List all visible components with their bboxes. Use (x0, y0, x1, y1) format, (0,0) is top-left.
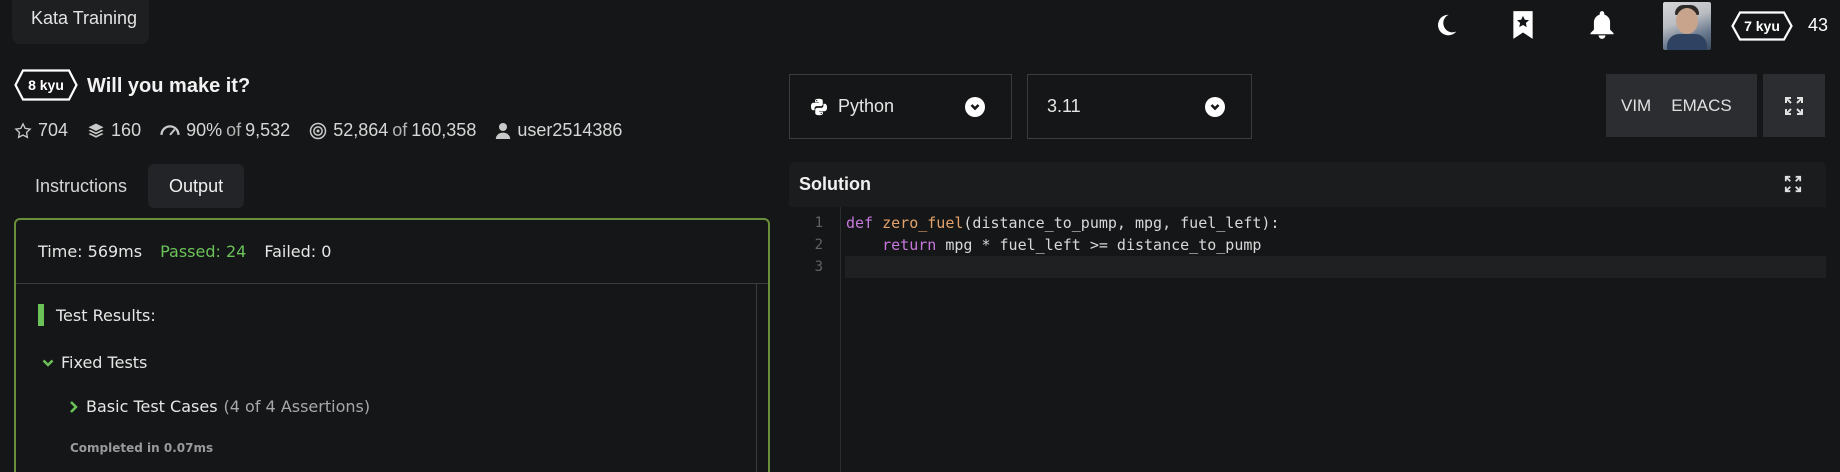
vim-mode-button[interactable]: VIM (1606, 96, 1666, 116)
line-number: 3 (814, 259, 823, 275)
kata-rank-badge: 8 kyu (14, 69, 78, 101)
line-number-gutter: 1 2 3 (789, 207, 841, 472)
code-line[interactable]: def zero_fuel(distance_to_pump, mpg, fue… (845, 212, 1826, 234)
kata-rank-text: 8 kyu (28, 77, 64, 93)
tab-output[interactable]: Output (148, 164, 245, 208)
fullscreen-button[interactable] (1763, 74, 1825, 137)
chevron-down-icon (1205, 97, 1225, 117)
code-line-active[interactable] (845, 256, 1826, 278)
user-avatar[interactable] (1663, 2, 1711, 50)
author-stat[interactable]: user2514386 (495, 120, 622, 141)
target-icon (309, 122, 327, 139)
user-rank-text: 7 kyu (1744, 18, 1780, 34)
version-select[interactable]: 3.11 (1027, 74, 1252, 139)
bell-icon (1588, 10, 1616, 45)
code-keyword: def (846, 214, 874, 232)
chevron-right-icon (69, 400, 78, 414)
user-honor: 43 (1808, 15, 1829, 35)
code-function-name: zero_fuel (882, 214, 964, 232)
kata-training-label: Kata Training (31, 8, 138, 28)
basic-test-cases-group[interactable]: Basic Test Cases (4 of 4 Assertions) (69, 397, 370, 416)
chevron-down-icon (42, 358, 54, 368)
dark-mode-toggle[interactable] (1431, 12, 1461, 42)
satisfaction-votes: 9,532 (245, 120, 291, 140)
user-rank-badge: 7 kyu (1731, 11, 1793, 41)
stars-stat[interactable]: 704 (14, 120, 68, 141)
output-scrollbar[interactable] (756, 284, 768, 472)
basic-test-cases-label: Basic Test Cases (86, 397, 218, 416)
solution-header: Solution (789, 162, 1826, 207)
layers-icon (88, 123, 104, 138)
version-value: 3.11 (1047, 96, 1081, 116)
collections-count: 160 (111, 120, 142, 140)
attempts-count: 160,358 (411, 120, 477, 140)
expand-icon (1784, 175, 1802, 193)
fixed-tests-label: Fixed Tests (61, 353, 148, 372)
author-name: user2514386 (517, 120, 623, 140)
language-select[interactable]: Python (789, 74, 1012, 139)
result-summary: Time: 569ms Passed: 24 Failed: 0 (16, 220, 768, 284)
satisfaction-pct: 90% (186, 120, 223, 140)
language-value: Python (838, 96, 895, 116)
bookmarks-button[interactable] (1508, 10, 1538, 45)
satisfaction-of: of (226, 120, 242, 140)
test-results-label: Test Results: (56, 305, 156, 325)
python-icon (810, 98, 828, 116)
code-keyword: return (882, 236, 937, 254)
assertions-count: (4 of 4 Assertions) (223, 397, 371, 416)
output-panel: Time: 569ms Passed: 24 Failed: 0 Test Re… (14, 218, 770, 472)
test-results-heading: Test Results: (38, 304, 156, 326)
failed-count: Failed: 0 (264, 242, 332, 261)
star-outline-icon (14, 121, 32, 139)
completions-of: of (392, 120, 408, 140)
code-line[interactable]: return mpg * fuel_left >= distance_to_pu… (845, 234, 1826, 256)
code-text: (distance_to_pump, mpg, fuel_left): (963, 214, 1280, 232)
stars-count: 704 (38, 120, 69, 140)
solution-fullscreen-button[interactable] (1784, 175, 1802, 198)
bookmark-star-icon (1510, 10, 1536, 45)
completed-time: Completed in 0.07ms (70, 441, 214, 455)
expand-icon (1784, 96, 1804, 116)
pass-indicator-bar (38, 304, 44, 326)
gauge-icon (160, 124, 180, 135)
code-text: mpg * fuel_left >= distance_to_pump (936, 236, 1262, 254)
notifications-button[interactable] (1587, 10, 1617, 45)
code-editor[interactable]: 1 2 3 def zero_fuel(distance_to_pump, mp… (789, 207, 1826, 472)
completions-count: 52,864 (333, 120, 389, 140)
solution-title: Solution (799, 174, 871, 194)
line-number: 2 (814, 237, 823, 253)
user-icon (496, 122, 511, 139)
emacs-mode-button[interactable]: EMACS (1666, 96, 1746, 116)
code-lines[interactable]: def zero_fuel(distance_to_pump, mpg, fue… (845, 207, 1826, 278)
kata-tabs: Instructions Output (14, 164, 245, 208)
chevron-down-icon (965, 97, 985, 117)
collections-stat[interactable]: 160 (87, 120, 141, 141)
editor-mode-group: VIM EMACS (1606, 74, 1757, 137)
kata-stats: 704 160 90% of 9,532 52,864 of 160,358 u… (14, 120, 641, 141)
passed-count: Passed: 24 (160, 242, 247, 261)
kata-training-button[interactable]: Kata Training (12, 0, 149, 44)
run-time: Time: 569ms (38, 242, 143, 261)
moon-icon (1433, 12, 1459, 43)
kata-title: Will you make it? (87, 75, 251, 97)
solution-panel: Solution 1 2 3 def zero_fuel(distance_to… (789, 162, 1826, 472)
completions-stat: 52,864 of 160,358 (309, 120, 476, 141)
line-number: 1 (814, 215, 823, 231)
satisfaction-stat: 90% of 9,532 (160, 120, 290, 141)
fixed-tests-group[interactable]: Fixed Tests (42, 353, 147, 372)
tab-instructions[interactable]: Instructions (14, 164, 148, 208)
